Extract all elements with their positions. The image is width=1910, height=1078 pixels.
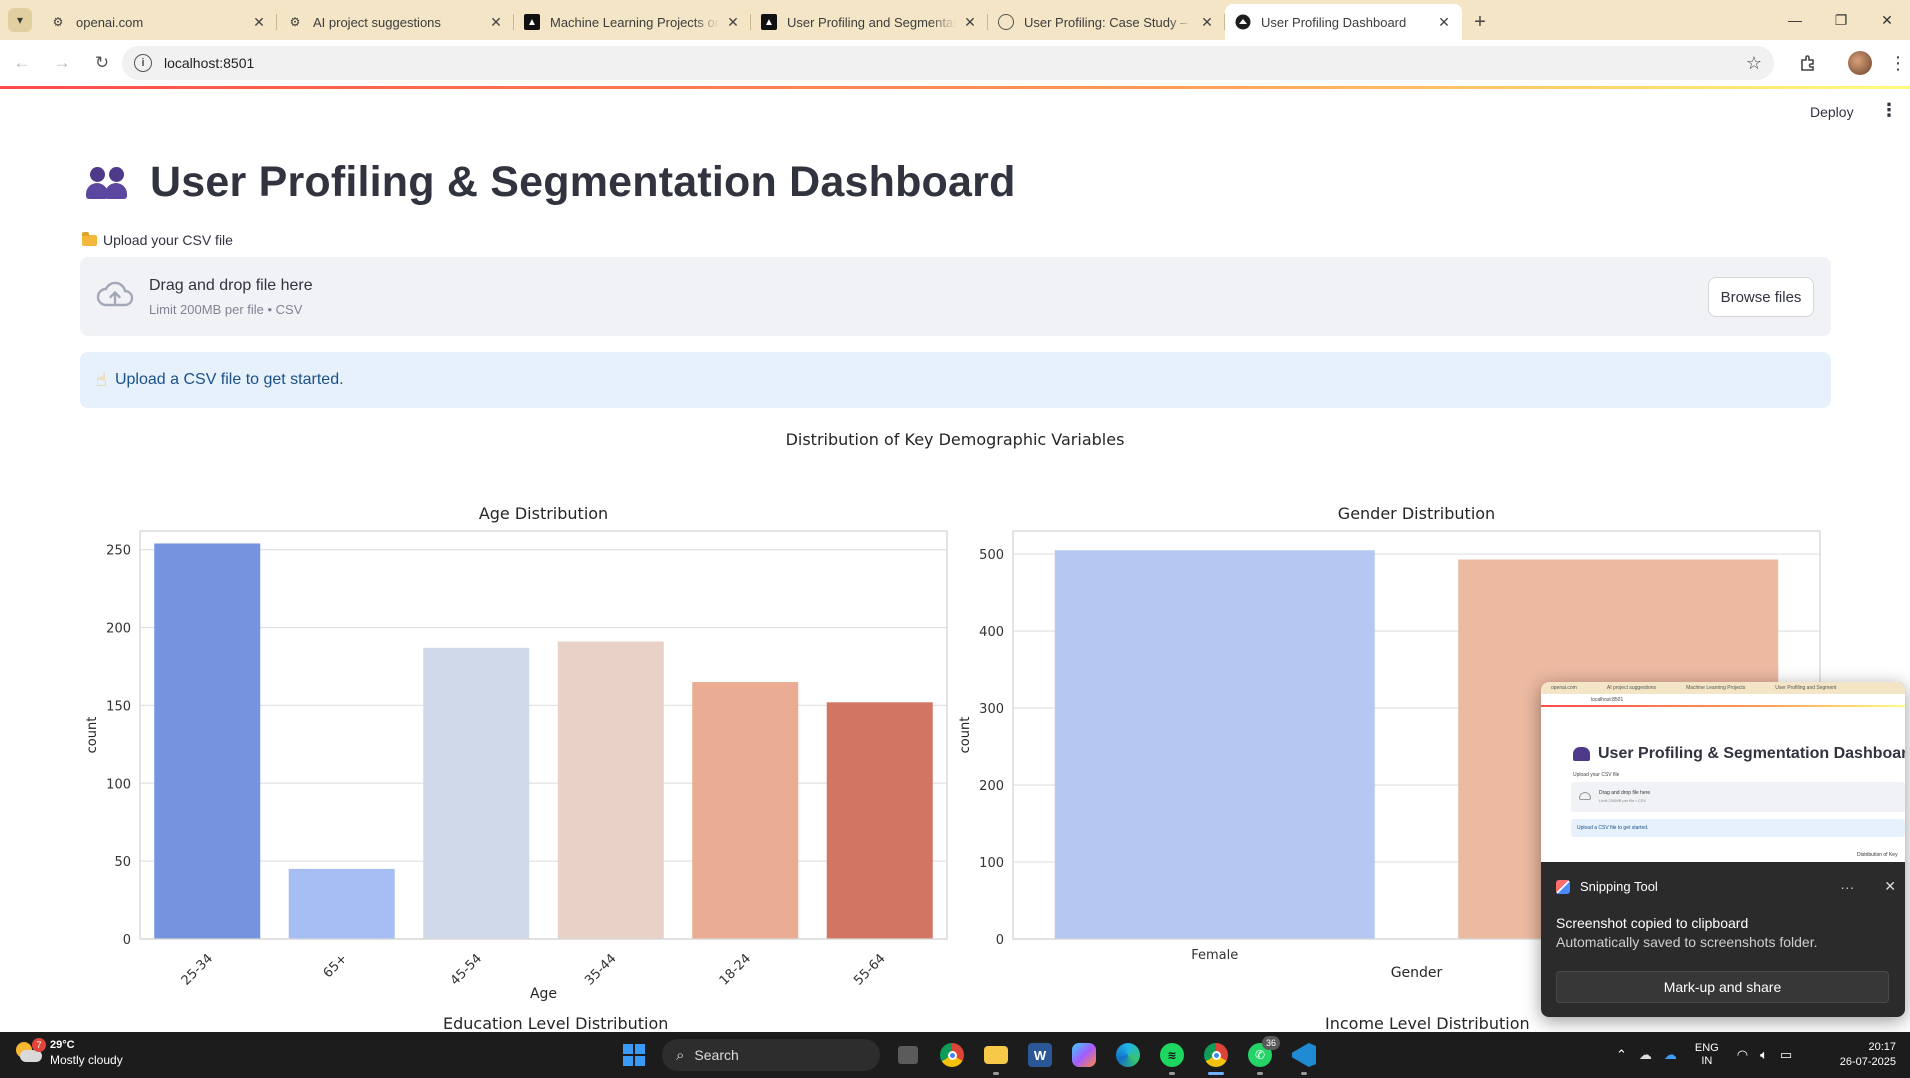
x-tick-label: 25-34 — [179, 951, 216, 988]
snipping-tool-toast[interactable]: openai.com AI project suggestions Machin… — [1541, 682, 1905, 1017]
system-tray: ⌃ ☁ ☁ ENG IN ◠ 🔈︎ ▭ — [1616, 1032, 1792, 1078]
chrome-icon — [940, 1043, 964, 1067]
spotify-icon: ≋ — [1160, 1043, 1184, 1067]
more-options-icon[interactable]: ··· — [1840, 879, 1854, 895]
whatsapp-app[interactable]: ✆ 36 — [1238, 1032, 1282, 1078]
y-tick-label: 500 — [979, 548, 1004, 563]
start-button[interactable] — [612, 1032, 656, 1078]
edge-app[interactable] — [1106, 1032, 1150, 1078]
wifi-icon[interactable]: ◠ — [1737, 1047, 1748, 1063]
bar-65+ — [288, 868, 395, 939]
income-chart-title: Income Level Distribution — [1325, 1014, 1530, 1033]
x-tick-label: 45-54 — [448, 951, 485, 988]
weather-temp: 29°C — [50, 1039, 75, 1051]
snipping-tool-header: Snipping Tool ··· ✕ — [1556, 878, 1896, 895]
onedrive-sync-icon[interactable]: ☁ — [1664, 1047, 1677, 1063]
y-tick-label: 100 — [106, 777, 131, 792]
y-tick-label: 100 — [979, 856, 1004, 871]
search-placeholder: Search — [694, 1047, 739, 1063]
y-tick-label: 200 — [979, 779, 1004, 794]
thumb-info: Upload a CSV file to get started. — [1571, 819, 1905, 837]
snipping-submessage: Automatically saved to screenshots folde… — [1556, 934, 1818, 950]
thumb-label: Upload your CSV file — [1573, 772, 1620, 778]
clock[interactable]: 20:17 26-07-2025 — [1840, 1040, 1896, 1070]
x-tick-label: Female — [1191, 948, 1238, 963]
taskbar-search[interactable]: ⌕ Search — [662, 1039, 880, 1071]
battery-icon[interactable]: ▭ — [1780, 1047, 1792, 1063]
y-tick-label: 400 — [979, 625, 1004, 640]
y-tick-label: 50 — [114, 855, 131, 870]
weather-badge: 7 — [32, 1038, 46, 1052]
snipping-tool-icon — [1556, 879, 1570, 894]
bar-chart-0: 0 50 100 150 200 250 25-34 65+ 45-54 35-44 18-24 55… — [85, 504, 948, 1002]
folder-icon — [984, 1046, 1008, 1064]
snipping-message: Screenshot copied to clipboard — [1556, 915, 1749, 931]
spotify-app[interactable]: ≋ — [1150, 1032, 1194, 1078]
onedrive-icon[interactable]: ☁ — [1639, 1047, 1652, 1063]
chart-title: Gender Distribution — [1338, 504, 1495, 523]
y-tick-label: 0 — [123, 933, 131, 948]
copilot-icon — [1072, 1043, 1096, 1067]
bar-25-34 — [154, 543, 261, 939]
chevron-up-icon[interactable]: ⌃ — [1616, 1047, 1627, 1063]
y-tick-label: 250 — [106, 544, 131, 559]
x-tick-label: 35-44 — [582, 951, 619, 988]
task-view-button[interactable] — [886, 1032, 930, 1078]
thumb-dropzone: Drag and drop file here Limit 200MB per … — [1571, 782, 1905, 812]
search-icon: ⌕ — [676, 1046, 685, 1064]
x-tick-label: 18-24 — [717, 951, 754, 988]
file-explorer-app[interactable] — [974, 1032, 1018, 1078]
bar-18-24 — [692, 682, 799, 939]
clock-date: 26-07-2025 — [1839, 1056, 1896, 1068]
y-axis-label: count — [85, 717, 100, 754]
taskbar-apps: ⌕ Search W ≋ ✆ 36 — [612, 1032, 1326, 1078]
x-axis-label: Age — [530, 986, 557, 1002]
screenshot-thumbnail[interactable]: openai.com AI project suggestions Machin… — [1541, 682, 1905, 862]
y-tick-label: 0 — [996, 933, 1004, 948]
taskbar: 7 29°C Mostly cloudy ⌕ Search W ≋ ✆ 36 ⌃… — [0, 1032, 1910, 1078]
chrome-icon — [1204, 1043, 1228, 1067]
bar-Female — [1054, 550, 1375, 939]
close-notification-icon[interactable]: ✕ — [1884, 878, 1896, 895]
weather-widget[interactable]: 7 29°C Mostly cloudy — [14, 1038, 123, 1068]
bar-45-54 — [423, 647, 530, 939]
y-axis-label: count — [958, 717, 973, 754]
thumb-tabs: openai.com AI project suggestions Machin… — [1541, 682, 1905, 694]
y-tick-label: 300 — [979, 702, 1004, 717]
bar-35-44 — [557, 641, 664, 939]
vscode-app[interactable] — [1282, 1032, 1326, 1078]
education-chart-title: Education Level Distribution — [443, 1014, 669, 1033]
chrome-app[interactable] — [930, 1032, 974, 1078]
plot-frame — [139, 530, 948, 940]
snipping-tool-name: Snipping Tool — [1580, 879, 1658, 894]
thumb-figure-title: Distribution of Key — [1857, 852, 1898, 858]
language-indicator[interactable]: ENG IN — [1695, 1042, 1719, 1068]
windows-logo-icon — [623, 1044, 645, 1066]
partly-cloudy-icon: 7 — [14, 1038, 46, 1066]
word-icon: W — [1028, 1043, 1052, 1067]
vscode-icon — [1292, 1043, 1316, 1067]
y-tick-label: 200 — [106, 622, 131, 637]
markup-and-share-button[interactable]: Mark-up and share — [1556, 971, 1889, 1003]
copilot-app[interactable] — [1062, 1032, 1106, 1078]
bar-55-64 — [826, 702, 933, 939]
chrome-active-app[interactable] — [1194, 1032, 1238, 1078]
task-view-icon — [898, 1046, 918, 1064]
thumb-title: User Profiling & Segmentation Dashboar — [1573, 745, 1905, 763]
clock-time: 20:17 — [1868, 1041, 1896, 1053]
weather-desc: Mostly cloudy — [50, 1053, 123, 1067]
word-app[interactable]: W — [1018, 1032, 1062, 1078]
thumb-address: localhost:8501 — [1591, 696, 1624, 703]
x-tick-label: 65+ — [321, 951, 351, 981]
y-tick-label: 150 — [106, 699, 131, 714]
volume-icon[interactable]: 🔈︎ — [1760, 1047, 1768, 1063]
edge-icon — [1116, 1043, 1140, 1067]
whatsapp-badge: 36 — [1262, 1036, 1280, 1050]
x-axis-label: Gender — [1391, 965, 1443, 981]
chart-title: Age Distribution — [479, 504, 608, 523]
x-tick-label: 55-64 — [851, 951, 888, 988]
